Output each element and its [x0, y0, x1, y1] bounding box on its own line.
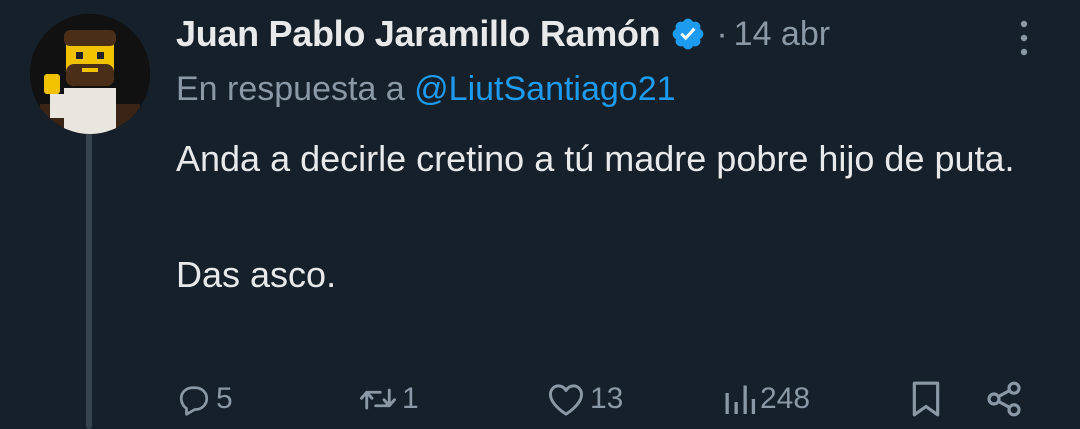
tweet-text: Anda a decirle cretino a tú madre pobre … — [176, 130, 1036, 304]
reply-icon — [176, 381, 212, 417]
bookmark-button[interactable] — [908, 374, 944, 424]
tweet-text-line: Das asco. — [176, 254, 337, 295]
retweet-button[interactable]: 1 — [358, 374, 419, 424]
heart-icon — [546, 381, 586, 417]
reply-button[interactable]: 5 — [176, 374, 233, 424]
reply-count: 5 — [216, 382, 233, 415]
views-button[interactable]: 248 — [722, 374, 810, 424]
share-icon — [984, 379, 1024, 419]
retweet-count: 1 — [402, 382, 419, 415]
like-count: 13 — [590, 382, 624, 415]
tweet-header: Juan Pablo Jaramillo Ramón · 14 abr — [176, 10, 830, 58]
retweet-icon — [358, 381, 398, 417]
tweet-text-line: Anda a decirle cretino a tú madre pobre … — [176, 138, 1015, 179]
share-button[interactable] — [984, 374, 1024, 424]
like-button[interactable]: 13 — [546, 374, 623, 424]
more-vertical-icon[interactable] — [1004, 14, 1044, 58]
display-name[interactable]: Juan Pablo Jaramillo Ramón — [176, 13, 661, 55]
avatar-image — [30, 14, 150, 134]
views-icon — [722, 381, 756, 417]
views-count: 248 — [760, 382, 811, 415]
avatar[interactable] — [30, 14, 150, 134]
bookmark-icon — [908, 379, 944, 419]
verified-badge-icon — [670, 16, 706, 52]
reply-handle-link[interactable]: @LiutSantiago21 — [414, 70, 675, 108]
timestamp[interactable]: 14 abr — [734, 15, 830, 54]
action-bar: 5 1 13 248 — [0, 374, 1080, 424]
reply-prefix: En respuesta a — [176, 70, 415, 108]
reply-context: En respuesta a @LiutSantiago21 — [176, 70, 676, 109]
separator-dot: · — [716, 14, 728, 53]
